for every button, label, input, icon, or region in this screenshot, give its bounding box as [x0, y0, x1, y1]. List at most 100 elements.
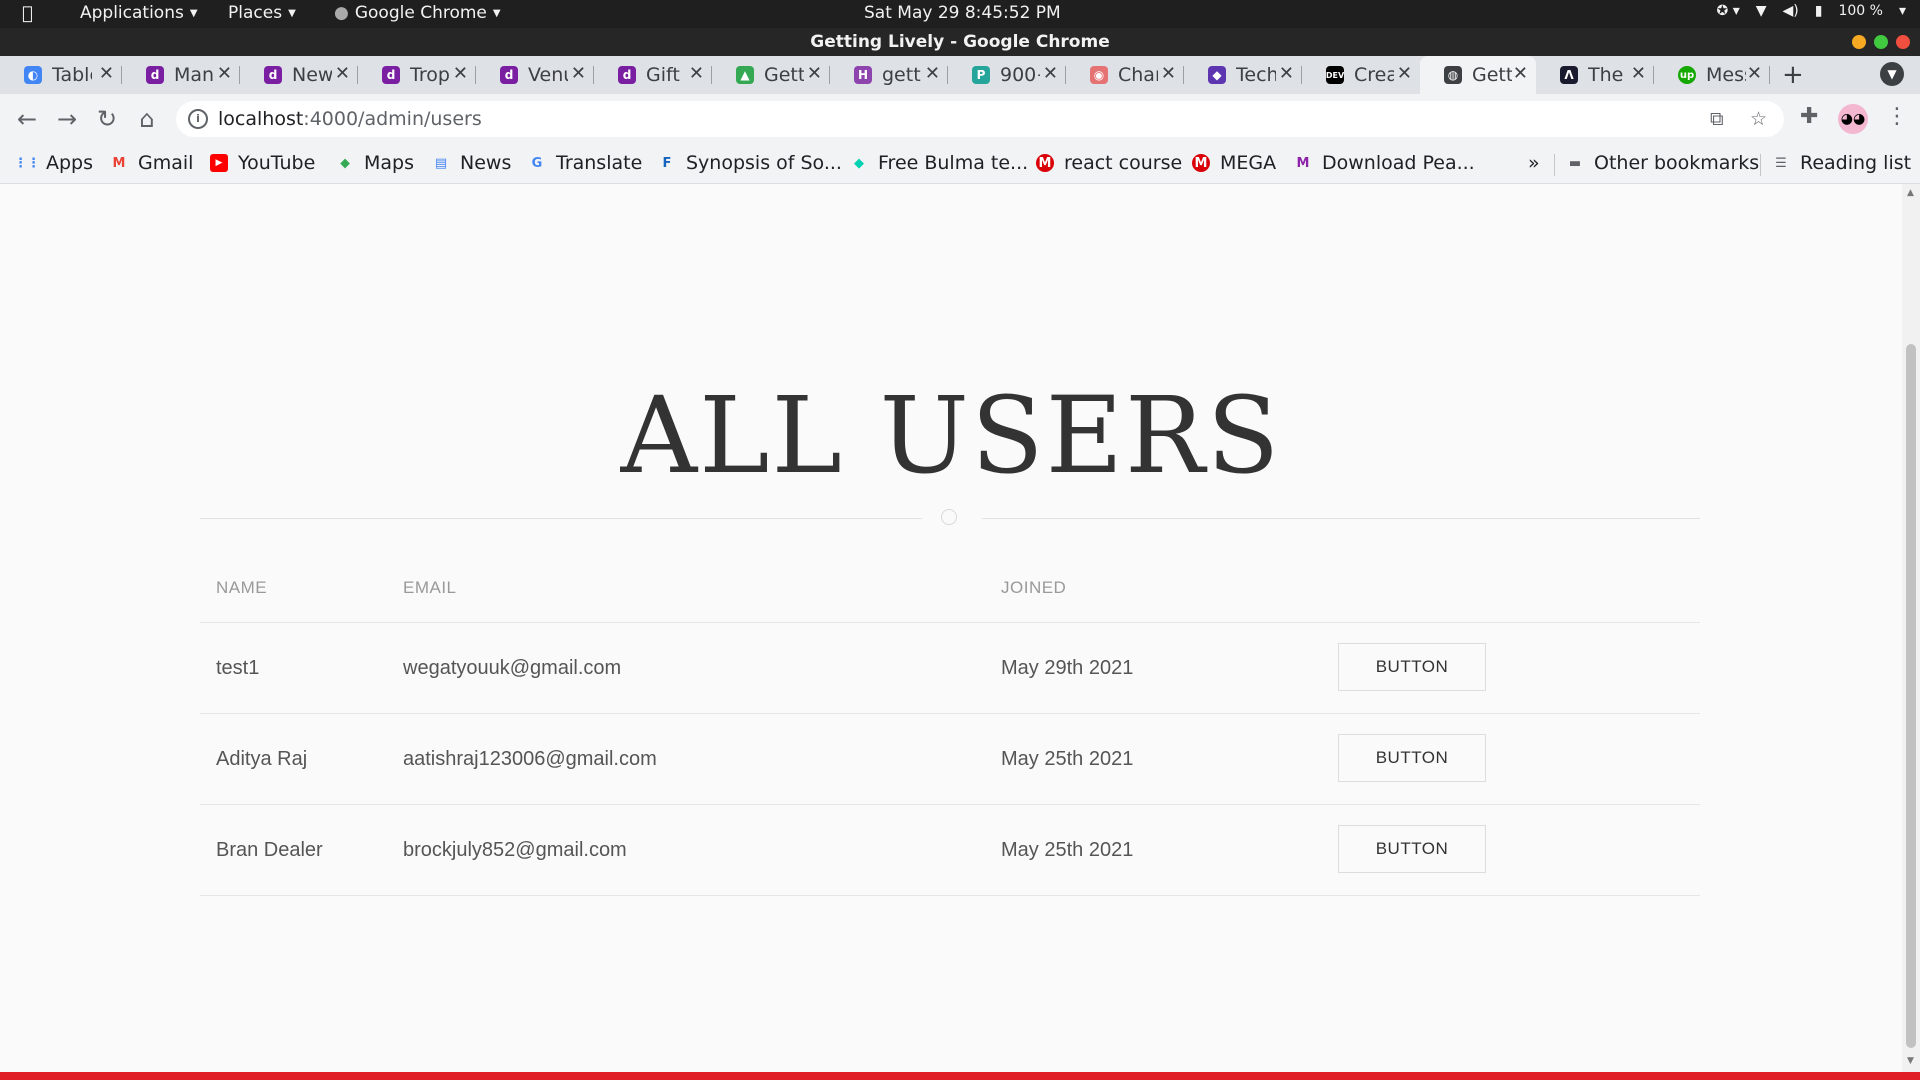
close-tab-icon[interactable]: ✕	[453, 63, 468, 84]
bookmark-label: Synopsis of So...	[686, 152, 842, 174]
bookmark-mega[interactable]: M MEGA	[1192, 152, 1276, 174]
maximize-button[interactable]	[1874, 35, 1888, 49]
bookmark-maps[interactable]: ⬥ Maps	[336, 152, 414, 174]
more-menu-icon[interactable]: ⋮	[1886, 104, 1908, 129]
close-tab-icon[interactable]: ✕	[1279, 63, 1294, 84]
bookmark-download[interactable]: M Download Pea...	[1294, 152, 1475, 174]
bookmark-label: MEGA	[1220, 152, 1277, 174]
bookmarks-overflow-button[interactable]: »	[1528, 152, 1540, 174]
bookmark-synopsis[interactable]: F Synopsis of So...	[658, 152, 842, 174]
chrome-icon: ●	[334, 3, 349, 23]
system-clock[interactable]: Sat May 29 8:45:52 PM	[864, 3, 1061, 23]
close-tab-icon[interactable]: ✕	[1631, 63, 1646, 84]
table-row: test1 wegatyouuk@gmail.com May 29th 2021…	[0, 623, 1902, 714]
bookmark-gmail[interactable]: M Gmail	[110, 152, 194, 174]
apps-grid-icon: ⋮⋮	[14, 155, 40, 171]
tab-favicon-icon: DEV	[1326, 66, 1344, 84]
scroll-down-arrow-icon[interactable]: ▼	[1907, 1056, 1914, 1066]
tab-title: Gift	[646, 64, 680, 86]
volume-icon[interactable]: ◀)	[1783, 3, 1799, 19]
site-info-icon[interactable]: i	[188, 109, 208, 129]
other-bookmarks-folder[interactable]: ▬ Other bookmarks	[1566, 152, 1759, 174]
tab[interactable]: H getting ✕	[830, 56, 948, 94]
chevron-down-icon[interactable]: ▾	[1899, 3, 1906, 19]
bookmark-label: News	[460, 152, 512, 174]
tab[interactable]: DEV Create ✕	[1302, 56, 1420, 94]
close-tab-icon[interactable]: ✕	[1397, 63, 1412, 84]
tab[interactable]: ▲ Getting ✕	[712, 56, 830, 94]
bookmark-star-icon[interactable]: ☆	[1750, 108, 1767, 130]
tab-active[interactable]: ◍ Getting ✕	[1420, 56, 1536, 94]
back-icon[interactable]: ←	[12, 104, 42, 134]
tab-search-icon[interactable]: ▼	[1880, 62, 1904, 86]
row-action-button[interactable]: BUTTON	[1338, 734, 1486, 782]
close-tab-icon[interactable]: ✕	[99, 63, 114, 84]
close-tab-icon[interactable]: ✕	[925, 63, 940, 84]
m-logo-icon: M	[1296, 155, 1310, 171]
open-in-app-icon[interactable]: ⧉	[1710, 108, 1724, 130]
close-tab-icon[interactable]: ✕	[571, 63, 586, 84]
bookmark-translate[interactable]: G Translate	[528, 152, 643, 174]
close-tab-icon[interactable]: ✕	[689, 63, 704, 84]
tab-strip: ◐ Table ✕ d Manage ✕ d New ✕ d Trophy ✕ …	[0, 56, 1920, 94]
chrome-app-menu[interactable]: ● Google Chrome ▼	[334, 3, 501, 23]
tab[interactable]: d Trophy ✕	[358, 56, 476, 94]
scroll-up-arrow-icon[interactable]: ▲	[1907, 188, 1914, 198]
applications-menu[interactable]: Applications ▼	[80, 3, 198, 23]
close-tab-icon[interactable]: ✕	[217, 63, 232, 84]
bookmark-bulma[interactable]: ◆ Free Bulma te...	[850, 152, 1028, 174]
new-tab-button[interactable]: +	[1782, 60, 1804, 90]
page-scrollbar[interactable]: ▲ ▼	[1902, 184, 1920, 1072]
tab-title: Messages	[1706, 64, 1746, 86]
url-text[interactable]: localhost:4000/admin/users	[218, 108, 482, 130]
tab-title: 900+	[1000, 64, 1040, 86]
profile-avatar[interactable]: ◕◕	[1838, 104, 1868, 134]
tab-title: Getting	[764, 64, 804, 86]
bookmark-apps[interactable]: ⋮⋮ Apps	[14, 152, 93, 174]
close-tab-icon[interactable]: ✕	[807, 63, 822, 84]
tab[interactable]: ◆ Tech ✕	[1184, 56, 1302, 94]
mega-icon: M	[1036, 154, 1054, 172]
row-action-button[interactable]: BUTTON	[1338, 825, 1486, 873]
bookmark-news[interactable]: ▤ News	[432, 152, 512, 174]
tab[interactable]: d Gift ✕	[594, 56, 712, 94]
tab[interactable]: Λ The ✕	[1536, 56, 1654, 94]
tab-title: Venue	[528, 64, 568, 86]
reading-list-button[interactable]: ☰ Reading list	[1772, 152, 1911, 174]
bookmark-youtube[interactable]: ▶ YouTube	[210, 152, 315, 174]
close-tab-icon[interactable]: ✕	[1161, 63, 1176, 84]
tab[interactable]: d Manage ✕	[122, 56, 240, 94]
address-bar[interactable]: i localhost:4000/admin/users ⧉ ☆	[176, 101, 1784, 137]
scrollbar-thumb[interactable]	[1906, 344, 1916, 1048]
forward-icon[interactable]: →	[52, 104, 82, 134]
close-tab-icon[interactable]: ✕	[335, 63, 350, 84]
close-tab-icon[interactable]: ✕	[1043, 63, 1058, 84]
close-tab-icon[interactable]: ✕	[1513, 63, 1528, 84]
row-action-button[interactable]: BUTTON	[1338, 643, 1486, 691]
tab[interactable]: ◐ Table ✕	[0, 56, 122, 94]
tab[interactable]: P 900+ ✕	[948, 56, 1066, 94]
system-tray[interactable]: ✪ ▾ ▼ ◀) ▮ 100 % ▾	[1717, 3, 1906, 19]
extensions-icon[interactable]: ✚	[1800, 104, 1818, 129]
apple-menu-icon[interactable]: 	[22, 3, 33, 24]
wifi-icon[interactable]: ▼	[1756, 3, 1767, 19]
close-tab-icon[interactable]: ✕	[1747, 63, 1762, 84]
bottom-accent-strip	[0, 1072, 1920, 1080]
minimize-button[interactable]	[1852, 35, 1866, 49]
window-controls	[1852, 35, 1910, 49]
tab[interactable]: up Messages ✕	[1654, 56, 1770, 94]
places-menu[interactable]: Places ▼	[228, 3, 296, 23]
close-window-button[interactable]	[1896, 35, 1910, 49]
tab[interactable]: d Venue ✕	[476, 56, 594, 94]
home-icon[interactable]: ⌂	[132, 104, 162, 134]
reading-list-label: Reading list	[1800, 152, 1912, 174]
bookmark-react-course[interactable]: M react course	[1036, 152, 1182, 174]
reload-icon[interactable]: ↻	[92, 104, 122, 134]
tab[interactable]: ◉ Char ✕	[1066, 56, 1184, 94]
tab[interactable]: d New ✕	[240, 56, 358, 94]
tab-title: getting	[882, 64, 922, 86]
accessibility-icon[interactable]: ✪ ▾	[1717, 3, 1740, 19]
tab-favicon-icon: P	[972, 66, 990, 84]
battery-icon[interactable]: ▮	[1815, 3, 1823, 19]
other-bookmarks-label: Other bookmarks	[1594, 152, 1760, 174]
